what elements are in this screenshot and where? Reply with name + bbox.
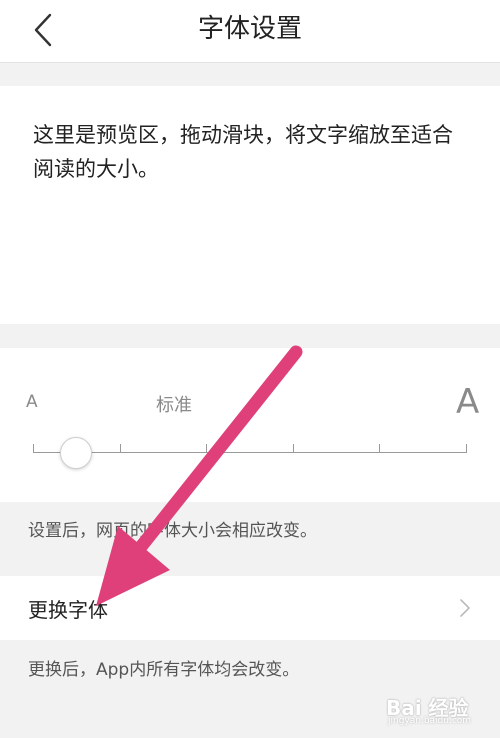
preview-area: 这里是预览区，拖动滑块，将文字缩放至适合阅读的大小。: [0, 86, 500, 324]
slider-tick: [33, 444, 34, 453]
chevron-right-icon: [460, 599, 470, 617]
watermark-sub: jingyan.baidu.com: [388, 716, 472, 726]
slider-tick: [379, 444, 380, 453]
slider-tick: [293, 444, 294, 453]
slider-tick: [466, 444, 467, 453]
baidu-watermark: Bai 经验 jingyan.baidu.com: [386, 686, 486, 730]
change-font-label: 更换字体: [28, 598, 108, 622]
change-font-row[interactable]: 更换字体: [0, 576, 500, 640]
standard-font-label: 标准: [156, 395, 192, 416]
slider-thumb[interactable]: [60, 437, 92, 469]
slider-tick: [206, 444, 207, 453]
page-title: 字体设置: [197, 14, 302, 44]
font-size-hint: 设置后，网页的字体大小会相应改变。: [28, 521, 317, 541]
large-font-label: A: [456, 382, 480, 422]
font-size-slider-panel: A 标准 A: [0, 348, 500, 502]
top-nav-bar: 字体设置: [0, 0, 500, 63]
change-font-hint: 更换后，App内所有字体均会改变。: [28, 660, 300, 680]
small-font-label: A: [26, 392, 38, 412]
slider-track[interactable]: [33, 452, 466, 453]
preview-text: 这里是预览区，拖动滑块，将文字缩放至适合阅读的大小。: [33, 123, 453, 181]
slider-tick: [120, 444, 121, 453]
